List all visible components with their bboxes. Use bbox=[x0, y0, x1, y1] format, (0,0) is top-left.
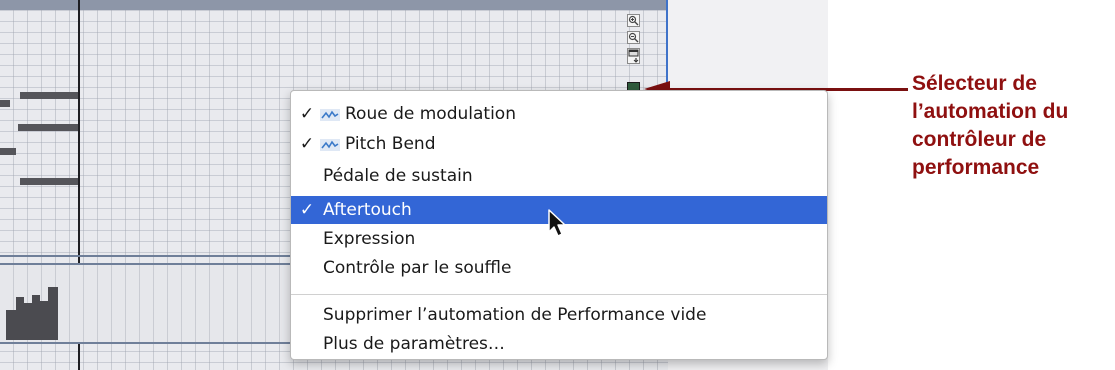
menu-item-pedale-de-sustain[interactable]: Pédale de sustain bbox=[291, 162, 827, 190]
callout-line-1: Sélecteur de bbox=[912, 72, 1037, 95]
menu-separator bbox=[291, 294, 827, 295]
callout-line-2: l’automation du bbox=[912, 100, 1069, 123]
automation-bar bbox=[16, 297, 24, 340]
menu-item-more-parameters[interactable]: Plus de paramètres… bbox=[291, 330, 827, 358]
menu-item-label: Aftertouch bbox=[323, 200, 412, 220]
checkmark-icon: ✓ bbox=[299, 200, 315, 220]
automation-curve-icon bbox=[320, 139, 340, 151]
midi-note[interactable] bbox=[0, 148, 16, 155]
menu-item-label: Pédale de sustain bbox=[323, 166, 473, 186]
zoom-out-icon[interactable] bbox=[627, 31, 640, 44]
menu-item-controle-par-le-souffle[interactable]: Contrôle par le souffle bbox=[291, 254, 827, 282]
mouse-pointer-icon bbox=[548, 209, 566, 237]
checkmark-icon: ✓ bbox=[299, 104, 315, 124]
menu-item-label: Roue de modulation bbox=[345, 104, 516, 124]
midi-note[interactable] bbox=[18, 124, 78, 131]
menu-item-label: Plus de paramètres… bbox=[323, 334, 505, 354]
automation-bar bbox=[32, 295, 40, 340]
menu-item-pitch-bend[interactable]: ✓ Pitch Bend bbox=[291, 130, 827, 158]
ruler-strip bbox=[0, 0, 668, 10]
automation-bar bbox=[24, 303, 32, 340]
menu-item-label: Supprimer l’automation de Performance vi… bbox=[323, 305, 707, 325]
checkmark-icon: ✓ bbox=[299, 134, 315, 154]
menu-item-delete-empty-automation[interactable]: Supprimer l’automation de Performance vi… bbox=[291, 301, 827, 329]
menu-item-label: Pitch Bend bbox=[345, 134, 436, 154]
callout-line-3: contrôleur de bbox=[912, 128, 1047, 151]
fit-view-icon[interactable] bbox=[627, 48, 640, 64]
midi-note[interactable] bbox=[20, 92, 78, 99]
callout-line-4: performance bbox=[912, 156, 1040, 179]
zoom-in-icon[interactable] bbox=[627, 14, 640, 27]
automation-bar bbox=[40, 301, 48, 340]
menu-item-label: Expression bbox=[323, 229, 416, 249]
menu-item-label: Contrôle par le souffle bbox=[323, 258, 512, 278]
midi-note[interactable] bbox=[0, 100, 10, 107]
midi-note[interactable] bbox=[20, 178, 78, 185]
automation-bar bbox=[48, 287, 58, 340]
automation-bar bbox=[6, 310, 16, 340]
callout-text: Sélecteur de l’automation du contrôleur … bbox=[912, 70, 1112, 182]
automation-curve-icon bbox=[320, 109, 340, 121]
menu-item-roue-de-modulation[interactable]: ✓ Roue de modulation bbox=[291, 100, 827, 128]
